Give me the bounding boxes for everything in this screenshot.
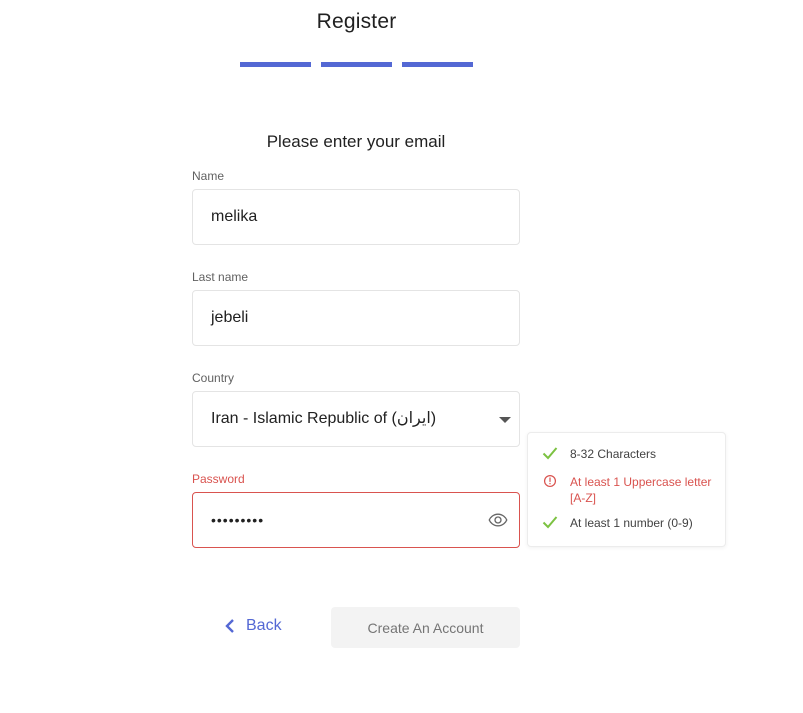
back-button-label: Back — [246, 617, 282, 634]
back-button[interactable]: Back — [224, 617, 282, 635]
chevron-left-icon — [225, 619, 234, 633]
password-rule-text: At least 1 Uppercase letter [A-Z] — [570, 475, 712, 505]
last-name-label: Last name — [192, 270, 249, 284]
check-icon — [542, 447, 558, 460]
progress-step-3 — [402, 62, 473, 67]
progress-step-2 — [321, 62, 392, 67]
page-title: Register — [316, 10, 397, 33]
name-field[interactable]: melika — [192, 189, 520, 245]
last-name-field-value: jebeli — [211, 309, 249, 326]
form-subtitle: Please enter your email — [266, 132, 446, 151]
password-rule-text: At least 1 number (0-9) — [570, 516, 693, 530]
eye-icon[interactable] — [487, 510, 509, 530]
name-field-value: melika — [211, 208, 258, 225]
country-select-value: Iran - Islamic Republic of (ایران) — [211, 410, 437, 427]
country-label: Country — [192, 371, 235, 385]
country-select[interactable]: Iran - Islamic Republic of (ایران) — [192, 391, 520, 447]
info-circle-icon — [543, 474, 557, 488]
password-field[interactable]: ••••••••• — [192, 492, 520, 548]
create-account-button[interactable]: Create An Account — [331, 607, 520, 648]
name-label: Name — [192, 169, 225, 183]
progress-step-1 — [240, 62, 311, 67]
progress-steps — [240, 62, 473, 67]
password-field-value: ••••••••• — [211, 512, 265, 528]
check-icon — [542, 516, 558, 529]
password-rule-length: 8-32 Characters — [542, 446, 720, 462]
password-rule-text: 8-32 Characters — [570, 447, 657, 461]
last-name-field[interactable]: jebeli — [192, 290, 520, 346]
password-rules-popover: 8-32 Characters At least 1 Uppercase let… — [527, 432, 726, 547]
password-label: Password — [192, 472, 245, 486]
caret-down-icon[interactable] — [499, 417, 511, 423]
password-rule-number: At least 1 number (0-9) — [542, 515, 720, 531]
password-rule-uppercase: At least 1 Uppercase letter [A-Z] — [542, 474, 720, 506]
